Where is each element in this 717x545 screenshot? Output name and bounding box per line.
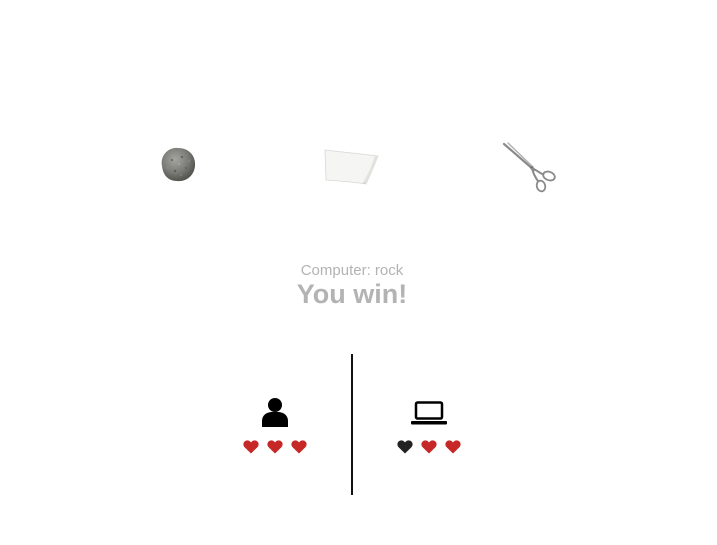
heart-icon bbox=[421, 440, 437, 454]
heart-icon bbox=[291, 440, 307, 454]
paper-icon bbox=[324, 149, 379, 185]
heart-icon bbox=[267, 440, 283, 454]
heart-icon bbox=[243, 440, 259, 454]
computer-lives bbox=[397, 440, 461, 454]
heart-icon bbox=[445, 440, 461, 454]
scissors-choice-button[interactable] bbox=[500, 140, 560, 194]
heart-lost-icon bbox=[397, 440, 413, 454]
paper-choice-button[interactable] bbox=[322, 148, 382, 188]
scoreboard-divider bbox=[351, 354, 353, 495]
user-lives bbox=[243, 440, 307, 454]
rock-choice-button[interactable] bbox=[158, 144, 198, 184]
computer-choice-text: Computer: rock bbox=[300, 262, 404, 279]
result-outcome-text: You win! bbox=[296, 279, 408, 309]
scissors-icon bbox=[502, 142, 556, 193]
laptop-icon bbox=[411, 401, 447, 425]
user-icon bbox=[261, 397, 289, 427]
rock-icon bbox=[161, 147, 196, 182]
